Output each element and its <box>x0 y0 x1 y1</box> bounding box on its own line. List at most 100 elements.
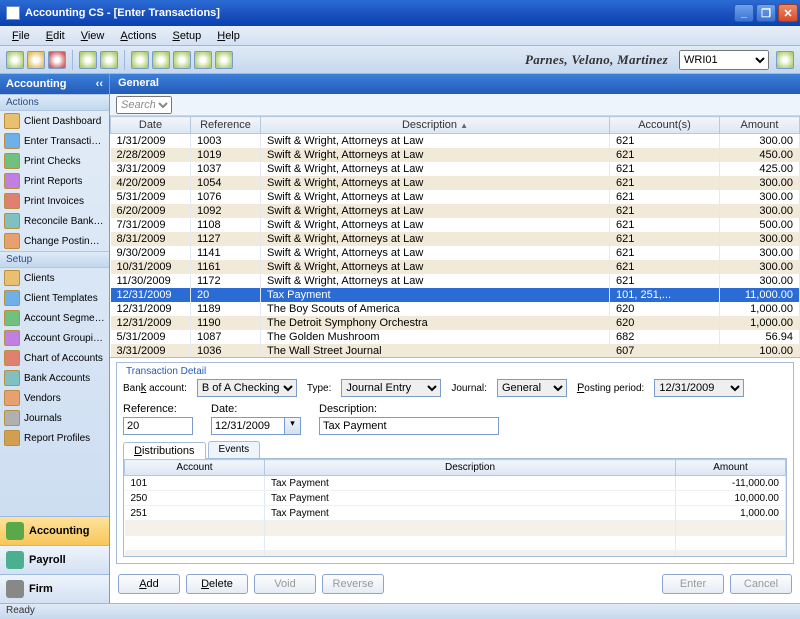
transaction-row[interactable]: 12/31/20091189The Boy Scouts of America6… <box>111 302 800 316</box>
type-select[interactable]: Journal Entry <box>341 379 441 397</box>
col-reference[interactable]: Reference <box>191 117 261 134</box>
transaction-row[interactable]: 7/31/20091108Swift & Wright, Attorneys a… <box>111 218 800 232</box>
collapse-icon[interactable]: ‹‹ <box>96 78 103 90</box>
reverse-button[interactable]: Reverse <box>322 574 384 594</box>
transaction-row[interactable]: 5/31/20091087The Golden Mushroom68256.94 <box>111 330 800 344</box>
nav-print-reports[interactable]: Print Reports <box>0 171 109 191</box>
transaction-row[interactable]: 9/30/20091141Swift & Wright, Attorneys a… <box>111 246 800 260</box>
transaction-row[interactable]: 11/30/20091172Swift & Wright, Attorneys … <box>111 274 800 288</box>
posting-period-select[interactable]: 12/31/2009 <box>654 379 744 397</box>
calendar-icon[interactable]: ▾ <box>285 417 301 435</box>
date-input[interactable] <box>211 417 285 435</box>
reference-input[interactable] <box>123 417 193 435</box>
transaction-row[interactable]: 3/31/20091037Swift & Wright, Attorneys a… <box>111 162 800 176</box>
transaction-row[interactable]: 12/31/200920Tax Payment101, 251,...11,00… <box>111 288 800 302</box>
nav-account-segments[interactable]: Account Segments <box>0 308 109 328</box>
type-label: Type: <box>307 383 331 394</box>
distributions-grid[interactable]: Account Description Amount 101Tax Paymen… <box>124 459 786 557</box>
nav-change-posting-period[interactable]: Change Posting Period <box>0 231 109 251</box>
nav-report-profiles[interactable]: Report Profiles <box>0 428 109 448</box>
toolbar-icon[interactable] <box>6 51 24 69</box>
toolbar-icon[interactable] <box>776 51 794 69</box>
transaction-row[interactable]: 10/31/20091161Swift & Wright, Attorneys … <box>111 260 800 274</box>
toolbar-icon[interactable] <box>131 51 149 69</box>
dist-col-account[interactable]: Account <box>125 460 265 476</box>
col-date[interactable]: Date <box>111 117 191 134</box>
tab-firm[interactable]: Firm <box>0 574 109 603</box>
toolbar-icon[interactable] <box>173 51 191 69</box>
distribution-row[interactable]: 101Tax Payment-11,000.00 <box>125 476 786 491</box>
distribution-row-empty[interactable] <box>125 521 786 536</box>
cancel-button[interactable]: Cancel <box>730 574 792 594</box>
menu-view[interactable]: View <box>73 30 113 42</box>
transaction-row[interactable]: 1/31/20091003Swift & Wright, Attorneys a… <box>111 134 800 149</box>
maximize-button[interactable]: ❐ <box>756 4 776 22</box>
nav-icon <box>4 350 20 366</box>
transaction-row[interactable]: 12/31/20091190The Detroit Symphony Orche… <box>111 316 800 330</box>
journal-select[interactable]: General <box>497 379 567 397</box>
nav-client-dashboard[interactable]: Client Dashboard <box>0 111 109 131</box>
toolbar-icon[interactable] <box>194 51 212 69</box>
transaction-row[interactable]: 2/28/20091019Swift & Wright, Attorneys a… <box>111 148 800 162</box>
bank-account-select[interactable]: B of A Checking <box>197 379 297 397</box>
nav-chart-of-accounts[interactable]: Chart of Accounts <box>0 348 109 368</box>
enter-button[interactable]: Enter <box>662 574 724 594</box>
nav-print-checks[interactable]: Print Checks <box>0 151 109 171</box>
toolbar-icon[interactable] <box>48 51 66 69</box>
col-amount[interactable]: Amount <box>720 117 800 134</box>
distribution-row-empty[interactable] <box>125 536 786 551</box>
toolbar-icon[interactable] <box>79 51 97 69</box>
transaction-row[interactable]: 3/31/20091036The Wall Street Journal6071… <box>111 344 800 358</box>
nav-icon <box>4 213 20 229</box>
nav-icon <box>4 410 20 426</box>
toolbar-icon[interactable] <box>100 51 118 69</box>
nav-journals[interactable]: Journals <box>0 408 109 428</box>
close-button[interactable]: ✕ <box>778 4 798 22</box>
transactions-grid[interactable]: Date Reference Description ▲ Account(s) … <box>110 116 800 358</box>
nav-enter-transactions[interactable]: Enter Transactions <box>0 131 109 151</box>
nav-clients[interactable]: Clients <box>0 268 109 288</box>
nav-icon <box>4 290 20 306</box>
toolbar-icon[interactable] <box>215 51 233 69</box>
nav-bank-accounts[interactable]: Bank Accounts <box>0 368 109 388</box>
transaction-row[interactable]: 6/20/20091092Swift & Wright, Attorneys a… <box>111 204 800 218</box>
nav-client-templates[interactable]: Client Templates <box>0 288 109 308</box>
dist-col-amount[interactable]: Amount <box>676 460 786 476</box>
void-button[interactable]: Void <box>254 574 316 594</box>
section-actions: Actions <box>0 94 109 111</box>
menu-edit[interactable]: Edit <box>38 30 73 42</box>
tab-distributions[interactable]: Distributions <box>123 442 206 459</box>
nav-icon <box>4 173 20 189</box>
minimize-button[interactable]: _ <box>734 4 754 22</box>
tab-events[interactable]: Events <box>208 441 261 458</box>
menu-help[interactable]: Help <box>209 30 248 42</box>
nav-reconcile-bank-accounts[interactable]: Reconcile Bank Accounts <box>0 211 109 231</box>
add-button[interactable]: Add <box>118 574 180 594</box>
transaction-row[interactable]: 5/31/20091076Swift & Wright, Attorneys a… <box>111 190 800 204</box>
client-selector[interactable]: WRI01 <box>679 50 769 70</box>
distribution-row-empty[interactable] <box>125 551 786 558</box>
nav-icon <box>4 390 20 406</box>
tab-accounting[interactable]: Accounting <box>0 516 109 545</box>
toolbar-icon[interactable] <box>152 51 170 69</box>
sidebar-title: Accounting <box>6 78 67 90</box>
col-description[interactable]: Description ▲ <box>261 117 610 134</box>
nav-print-invoices[interactable]: Print Invoices <box>0 191 109 211</box>
nav-vendors[interactable]: Vendors <box>0 388 109 408</box>
delete-button[interactable]: Delete <box>186 574 248 594</box>
transaction-row[interactable]: 4/20/20091054Swift & Wright, Attorneys a… <box>111 176 800 190</box>
dist-col-description[interactable]: Description <box>265 460 676 476</box>
col-accounts[interactable]: Account(s) <box>610 117 720 134</box>
search-box[interactable]: Search <box>116 96 172 114</box>
menu-setup[interactable]: Setup <box>164 30 209 42</box>
nav-icon <box>4 133 20 149</box>
toolbar-icon[interactable] <box>27 51 45 69</box>
menu-file[interactable]: File <box>4 30 38 42</box>
distribution-row[interactable]: 251Tax Payment1,000.00 <box>125 506 786 521</box>
distribution-row[interactable]: 250Tax Payment10,000.00 <box>125 491 786 506</box>
menu-actions[interactable]: Actions <box>112 30 164 42</box>
transaction-row[interactable]: 8/31/20091127Swift & Wright, Attorneys a… <box>111 232 800 246</box>
tab-payroll[interactable]: Payroll <box>0 545 109 574</box>
nav-account-groupings[interactable]: Account Groupings <box>0 328 109 348</box>
description-input[interactable] <box>319 417 499 435</box>
